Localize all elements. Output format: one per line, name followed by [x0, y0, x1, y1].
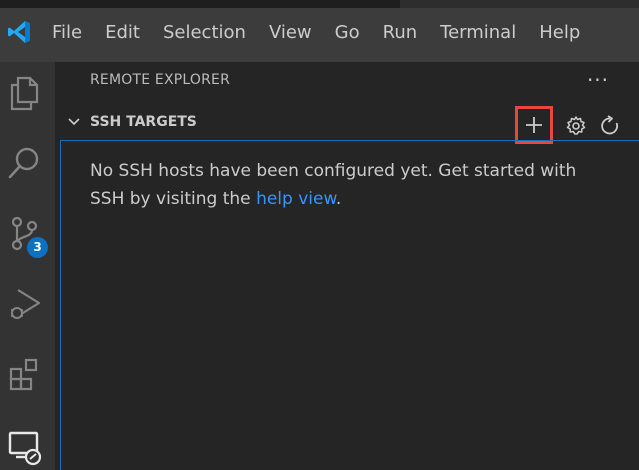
refresh-icon[interactable] [598, 114, 622, 138]
chevron-down-icon[interactable] [66, 114, 82, 130]
top-strip [0, 0, 639, 8]
add-icon [526, 117, 542, 133]
ellipsis-icon[interactable]: ··· [583, 70, 613, 92]
ssh-targets-header[interactable]: SSH TARGETS [55, 106, 639, 144]
gear-icon[interactable] [564, 114, 588, 138]
vscode-logo-icon [8, 21, 30, 43]
menu-go[interactable]: Go [335, 19, 371, 47]
source-control-badge: 3 [27, 237, 48, 258]
run-debug-icon[interactable] [4, 282, 46, 324]
ssh-targets-panel: No SSH hosts have been configured yet. G… [60, 140, 639, 470]
menu-help[interactable]: Help [539, 19, 591, 47]
help-view-link[interactable]: help view [256, 189, 336, 209]
menu-view[interactable]: View [269, 19, 323, 47]
section-title: SSH TARGETS [90, 114, 197, 130]
menu-edit[interactable]: Edit [105, 19, 151, 47]
menu-terminal[interactable]: Terminal [440, 19, 527, 47]
menu-selection[interactable]: Selection [163, 19, 257, 47]
activity-bar: 3 [0, 62, 55, 470]
extensions-icon[interactable] [4, 354, 46, 396]
no-hosts-message: No SSH hosts have been configured yet. G… [90, 157, 610, 213]
add-ssh-host-button[interactable] [515, 106, 553, 144]
files-icon[interactable] [4, 72, 46, 114]
sidebar-title: REMOTE EXPLORER [90, 72, 231, 88]
menu-file[interactable]: File [52, 19, 93, 47]
menu-run[interactable]: Run [383, 19, 429, 47]
vscode-window: File Edit Selection View Go Run Terminal… [0, 0, 639, 470]
search-icon[interactable] [4, 142, 46, 184]
title-bar: File Edit Selection View Go Run Terminal… [0, 0, 639, 62]
menu-bar: File Edit Selection View Go Run Terminal… [52, 19, 603, 47]
message-end: . [335, 189, 342, 209]
remote-explorer-icon[interactable] [4, 426, 46, 468]
side-bar: REMOTE EXPLORER ··· SSH TARGETS No SSH h… [55, 62, 639, 470]
